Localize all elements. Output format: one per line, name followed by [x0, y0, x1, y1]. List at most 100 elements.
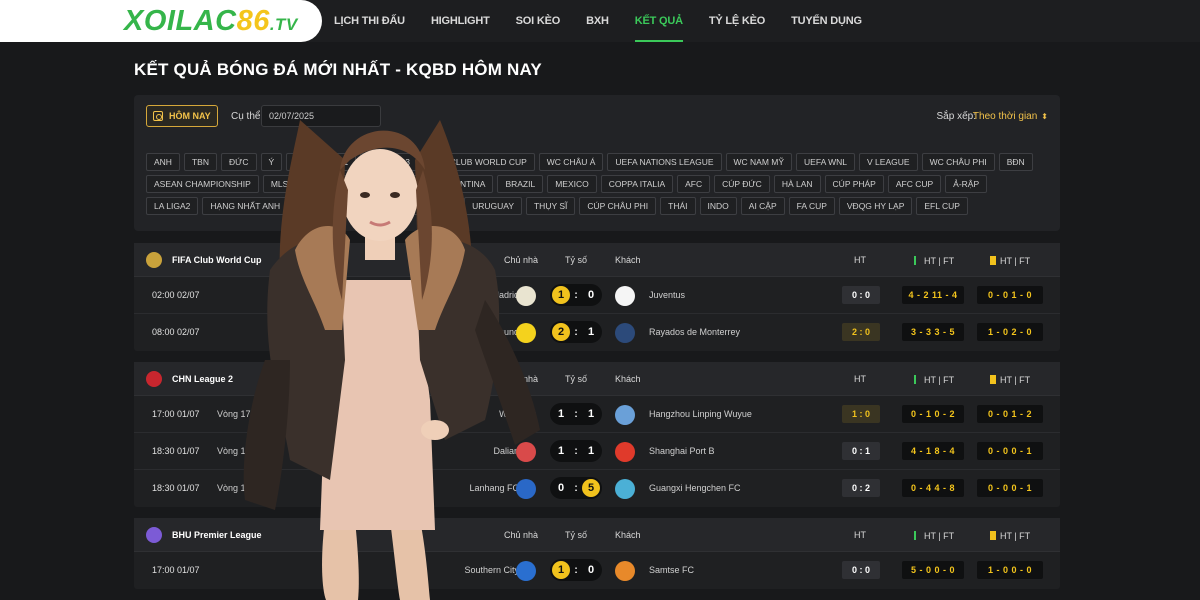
away-score: 1: [587, 326, 595, 338]
away-team-name[interactable]: Hangzhou Linping Wuyue: [649, 409, 752, 419]
league-logo-icon: [146, 371, 162, 387]
sort-label: Sắp xếp:: [936, 111, 976, 122]
ht-column-label: HT: [854, 374, 866, 384]
away-team-name[interactable]: Rayados de Monterrey: [649, 327, 740, 337]
league-chip[interactable]: COPPA ITALIA: [600, 175, 674, 193]
league-chip[interactable]: INDO: [699, 197, 737, 215]
cards-column-label: HT | FT: [990, 255, 1030, 266]
league-chip[interactable]: CÚP PHÁP: [824, 175, 884, 193]
yellow-card-icon: [990, 531, 996, 540]
match-time: 18:30 01/07: [152, 483, 200, 493]
away-column-label: Khách: [615, 530, 641, 540]
away-score: 1: [587, 408, 595, 420]
league-chip[interactable]: AFC: [677, 175, 711, 193]
league-logo-icon: [146, 252, 162, 268]
league-chip[interactable]: WC CHÂU PHI: [921, 153, 995, 171]
away-team-crest-icon: [615, 405, 635, 425]
score-column-label: Tỷ số: [565, 255, 588, 265]
match-time: 08:00 02/07: [152, 327, 200, 337]
corners-stat: 0 - 1 0 - 2: [902, 405, 964, 423]
league-chip[interactable]: CÚP CHÂU PHI: [579, 197, 657, 215]
league-chip[interactable]: LA LIGA2: [146, 197, 199, 215]
cards-stat: 0 - 0 1 - 0: [977, 286, 1043, 304]
cards-stat: 1 - 0 2 - 0: [977, 323, 1043, 341]
league-chip[interactable]: UEFA WNL: [796, 153, 856, 171]
nav-item[interactable]: LỊCH THI ĐẤU: [334, 0, 405, 42]
corners-column-label: HT | FT: [914, 530, 954, 541]
league-chip[interactable]: UEFA NATIONS LEAGUE: [607, 153, 722, 171]
today-label: HÔM NAY: [169, 111, 211, 121]
corners-stat: 4 - 2 11 - 4: [902, 286, 964, 304]
corners-column-label: HT | FT: [914, 374, 954, 385]
score-separator: :: [574, 289, 578, 301]
top-header: XOILAC86.TV LỊCH THI ĐẤU HIGHLIGHT SOI KÈO…: [0, 0, 1200, 42]
league-chip[interactable]: WC NAM MỸ: [725, 153, 793, 171]
league-chip[interactable]: VĐQG HY LẠP: [838, 197, 913, 215]
cards-stat: 0 - 0 0 - 1: [977, 442, 1043, 460]
cards-stat: 1 - 0 0 - 0: [977, 561, 1043, 579]
ht-column-label: HT: [854, 530, 866, 540]
away-team-crest-icon: [615, 286, 635, 306]
nav-item[interactable]: SOI KÈO: [516, 0, 561, 42]
cards-column-label: HT | FT: [990, 374, 1030, 385]
halftime-score: 1 : 0: [842, 405, 880, 423]
halftime-score: 0 : 2: [842, 479, 880, 497]
league-chip[interactable]: THÁI: [660, 197, 696, 215]
score-column-label: Tỷ số: [565, 530, 588, 540]
main-nav: LỊCH THI ĐẤU HIGHLIGHT SOI KÈO BXH KẾT QUẢ TỶ…: [334, 0, 888, 42]
league-chip[interactable]: AFC CUP: [887, 175, 942, 193]
league-chip[interactable]: V LEAGUE: [859, 153, 918, 171]
ht-column-label: HT: [854, 255, 866, 265]
league-chip[interactable]: ANH: [146, 153, 180, 171]
league-chip[interactable]: TBN: [183, 153, 217, 171]
score-separator: :: [574, 445, 578, 457]
corners-column-label: HT | FT: [914, 255, 954, 266]
nav-item[interactable]: HIGHLIGHT: [431, 0, 490, 42]
away-team-name[interactable]: Guangxi Hengchen FC: [649, 483, 741, 493]
score-column-label: Tỷ số: [565, 374, 588, 384]
away-column-label: Khách: [615, 374, 641, 384]
away-team-crest-icon: [615, 442, 635, 462]
away-score: 0: [587, 564, 595, 576]
cards-column-label: HT | FT: [990, 530, 1030, 541]
nav-item[interactable]: TUYỂN DỤNG: [791, 0, 862, 42]
calendar-icon: [153, 111, 163, 121]
corner-flag-icon: [914, 375, 920, 384]
halftime-score: 2 : 0: [842, 323, 880, 341]
away-team-crest-icon: [615, 323, 635, 343]
league-chip[interactable]: CÚP ĐỨC: [714, 175, 770, 193]
yellow-card-icon: [990, 256, 996, 265]
page-title: KẾT QUẢ BÓNG ĐÁ MỚI NHẤT - KQBD HÔM NAY: [134, 60, 542, 79]
league-chip[interactable]: BĐN: [998, 153, 1033, 171]
away-team-name[interactable]: Juventus: [649, 290, 685, 300]
corners-stat: 0 - 4 4 - 8: [902, 479, 964, 497]
score-separator: :: [574, 482, 578, 494]
nav-item[interactable]: KẾT QUẢ: [634, 0, 683, 42]
today-button[interactable]: HÔM NAY: [146, 105, 218, 127]
league-logo-icon: [146, 527, 162, 543]
league-chip[interactable]: AI CẬP: [740, 197, 785, 215]
corners-stat: 5 - 0 0 - 0: [902, 561, 964, 579]
away-score: 5: [582, 479, 600, 497]
league-name[interactable]: CHN League 2: [172, 374, 233, 384]
match-time: 18:30 01/07: [152, 446, 200, 456]
league-chip[interactable]: HÀ LAN: [773, 175, 821, 193]
league-chip[interactable]: Ả-RẬP: [945, 175, 988, 193]
away-team-name[interactable]: Samtse FC: [649, 565, 694, 575]
league-chip[interactable]: FA CUP: [788, 197, 835, 215]
nav-item[interactable]: TỶ LỆ KÈO: [709, 0, 765, 42]
score-separator: :: [574, 408, 578, 420]
away-team-crest-icon: [615, 561, 635, 581]
away-score: 0: [587, 289, 595, 301]
league-chip[interactable]: EFL CUP: [916, 197, 968, 215]
sort-select[interactable]: Theo thời gian ⬍: [973, 111, 1048, 122]
away-team-crest-icon: [615, 479, 635, 499]
site-logo[interactable]: XOILAC86.TV: [0, 0, 322, 42]
nav-item[interactable]: BXH: [586, 0, 609, 42]
away-score: 1: [587, 445, 595, 457]
cards-stat: 0 - 0 0 - 1: [977, 479, 1043, 497]
score-separator: :: [574, 564, 578, 576]
corners-stat: 4 - 1 8 - 4: [902, 442, 964, 460]
away-team-name[interactable]: Shanghai Port B: [649, 446, 715, 456]
cards-stat: 0 - 0 1 - 2: [977, 405, 1043, 423]
